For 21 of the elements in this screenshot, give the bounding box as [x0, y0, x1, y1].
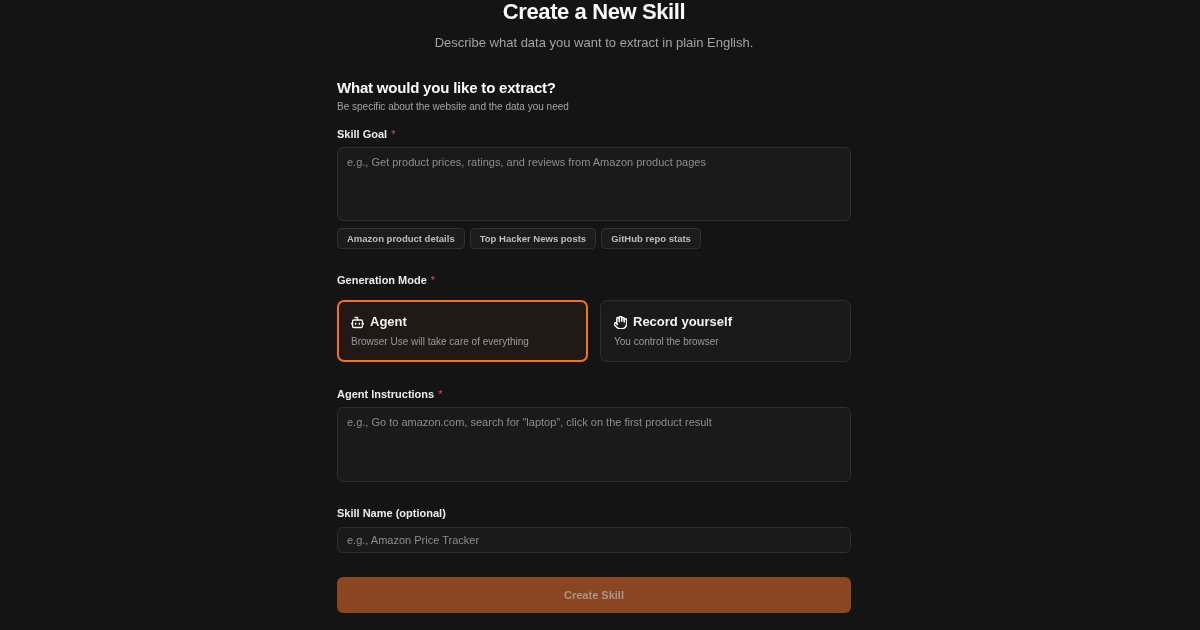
field-label: Skill Name (optional) — [337, 506, 446, 520]
required-mark: * — [438, 387, 443, 401]
section-heading: What would you like to extract? — [337, 79, 557, 97]
required-mark: * — [391, 127, 396, 141]
field-label: Generation Mode — [337, 273, 427, 287]
suggestion-chip[interactable]: Amazon product details — [337, 228, 465, 249]
text-area[interactable]: e.g., Go to amazon.com, search for "laptop", click on the first product result — [337, 407, 851, 482]
page-subtitle: Describe what data you want to extract in plain English. — [434, 35, 754, 51]
input-field[interactable]: e.g., Amazon Price Tracker — [337, 527, 851, 553]
suggestion-chip[interactable]: Top Hacker News posts — [469, 228, 597, 249]
text-area[interactable]: e.g., Get product prices, ratings, and reviews from Amazon product pages — [337, 147, 851, 221]
robot-icon — [351, 315, 364, 329]
mode-option[interactable]: Agent Browser Use will take care of everything — [337, 300, 588, 362]
section-description: Be specific about the website and the data you need — [337, 100, 570, 114]
required-mark: * — [430, 273, 436, 287]
page-title: Create a New Skill — [502, 0, 686, 24]
suggestion-chip[interactable]: GitHub repo stats — [601, 228, 701, 249]
mode-option[interactable]: Record yourself You control the browser — [600, 300, 851, 362]
field-label: Skill Goal — [337, 127, 388, 141]
field-label: Agent Instructions — [337, 387, 435, 401]
hand-icon — [614, 315, 627, 329]
